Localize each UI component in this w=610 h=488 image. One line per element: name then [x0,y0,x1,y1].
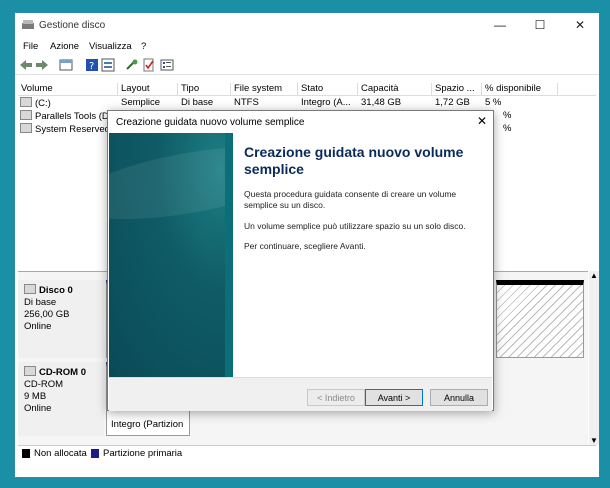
column-layout[interactable]: Layout [118,83,178,95]
disk-name: Disco 0 [39,285,73,296]
check-document-icon[interactable] [142,58,156,72]
cell-volume: (C:) [35,98,51,109]
maximize-button[interactable]: ☐ [527,17,553,33]
cdrom-0-info[interactable]: CD-ROM 0 CD-ROM 9 MB Online [18,362,104,436]
partition-status: Integro (Partizion [111,419,184,430]
column-spazio[interactable]: Spazio ... [432,83,482,95]
cancel-button[interactable]: Annulla [430,389,488,406]
cell-layout: Semplice [121,97,161,108]
disk-0-info[interactable]: Disco 0 Di base 256,00 GB Online [18,280,104,358]
wizard-side-image [109,133,233,377]
new-simple-volume-wizard: Creazione guidata nuovo volume semplice … [107,110,494,411]
menu-visualizza[interactable]: Visualizza [89,41,132,52]
minimize-button[interactable]: — [487,17,513,33]
cdrom-icon [24,366,36,376]
scroll-down-icon[interactable]: ▼ [590,436,598,445]
menu-file[interactable]: File [23,41,38,52]
cell-percent: 5 % [485,97,502,108]
drive-icon [20,123,32,133]
cell-stato: Integro (A... [301,97,351,108]
window-title: Gestione disco [39,20,106,31]
back-button[interactable]: < Indietro [307,389,365,406]
wizard-continue-hint: Per continuare, scegliere Avanti. [244,241,366,251]
menu-bar: File Azione Visualizza ? [15,39,599,55]
legend-primary-partition: Partizione primaria [103,448,183,459]
disk-type: Di base [24,297,57,308]
column-capacita[interactable]: Capacità [358,83,432,95]
help-icon[interactable]: ? [85,58,99,72]
back-arrow-icon[interactable] [19,58,33,72]
cell-volume: Parallels Tools (D:) [35,111,115,122]
legend-unallocated: Non allocata [34,448,87,459]
table-row[interactable]: (C:) Semplice Di base NTFS Integro (A...… [18,96,596,109]
scroll-up-icon[interactable]: ▲ [590,271,598,280]
disk-size: 9 MB [24,391,47,402]
menu-help[interactable]: ? [141,41,146,52]
drive-icon [20,97,32,107]
column-percent-available[interactable]: % disponibile [482,83,558,95]
wizard-description: Questa procedura guidata consente di cre… [244,189,457,210]
disk-status: Online [24,403,52,414]
cell-percent: % [503,123,512,134]
menu-azione[interactable]: Azione [50,41,79,52]
column-file-system[interactable]: File system [231,83,298,95]
next-button[interactable]: Avanti > [365,389,423,406]
title-bar: Gestione disco — ☐ ✕ [15,13,599,39]
properties-icon[interactable] [101,58,115,72]
forward-arrow-icon[interactable] [35,58,49,72]
unallocated-block[interactable] [496,280,584,358]
primary-partition-swatch [91,449,99,458]
cell-percent: % [503,110,512,121]
connect-icon[interactable] [125,58,139,72]
dialog-title: Creazione guidata nuovo volume semplice [116,117,305,128]
column-tipo[interactable]: Tipo [178,83,231,95]
dialog-footer: < Indietro Avanti > Annulla [109,377,492,411]
cell-tipo: Di base [181,97,214,108]
svg-text:?: ? [89,61,94,72]
disk-type: CD-ROM [24,379,64,390]
cell-file-system: NTFS [234,97,259,108]
dialog-close-button[interactable]: ✕ [477,114,487,128]
disk-icon [24,284,36,294]
legend-bar: Non allocata Partizione primaria [18,445,596,460]
disk-status: Online [24,321,52,332]
cell-capacita: 31,48 GB [361,97,402,108]
console-tree-icon[interactable] [59,58,73,72]
column-stato[interactable]: Stato [298,83,358,95]
cell-spazio: 1,72 GB [435,97,470,108]
unallocated-swatch [22,449,30,458]
wizard-heading: Creazione guidata nuovo volume semplice [244,144,464,177]
wizard-note: Un volume semplice può utilizzare spazio… [244,221,466,231]
disk-management-icon [22,20,34,29]
close-window-button[interactable]: ✕ [567,17,593,33]
column-volume[interactable]: Volume [18,83,118,95]
vertical-scrollbar[interactable]: ▲ ▼ [589,271,599,445]
drive-icon [20,110,32,120]
disk-size: 256,00 GB [24,309,70,320]
volume-list-header: Volume Layout Tipo File system Stato Cap… [18,81,596,96]
cell-volume: System Reserved [35,124,110,135]
toolbar: ? [15,56,599,75]
list-view-icon[interactable] [160,58,174,72]
disk-name: CD-ROM 0 [39,367,86,378]
